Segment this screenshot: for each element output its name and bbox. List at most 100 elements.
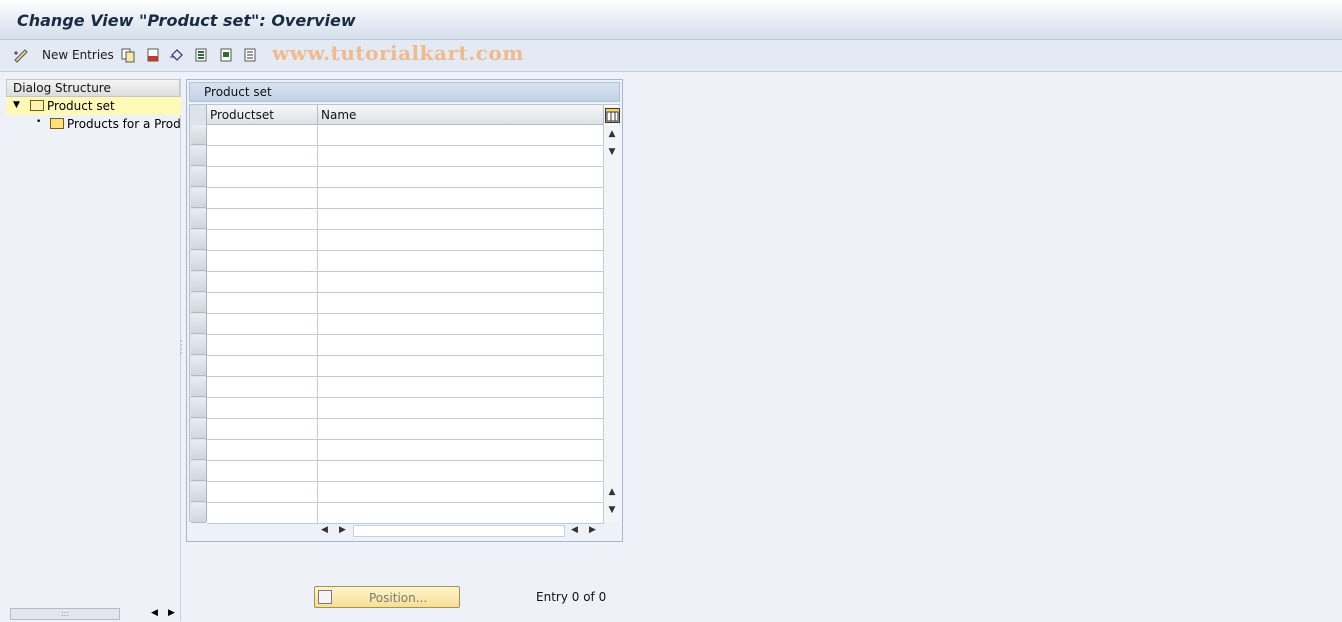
cell-productset[interactable]	[207, 482, 318, 503]
cell-name[interactable]	[318, 440, 604, 461]
cell-name[interactable]	[318, 272, 604, 293]
cell-name[interactable]	[318, 377, 604, 398]
cell-name[interactable]	[318, 146, 604, 167]
row-selector-column	[190, 105, 207, 523]
horizontal-scrollbar[interactable]: ◀ ▶ ◀ ▶	[189, 523, 620, 539]
row-selector[interactable]	[191, 377, 206, 397]
cell-name[interactable]	[318, 293, 604, 314]
expand-triangle-icon[interactable]: ▼	[13, 100, 20, 110]
cell-productset[interactable]	[207, 230, 318, 251]
scroll-up-icon[interactable]: ▲	[604, 129, 620, 139]
left-scrollbar[interactable]: ::: ◀ ▶	[7, 606, 181, 622]
scroll-right-icon[interactable]: ▶	[589, 525, 596, 535]
table-settings-icon[interactable]	[604, 106, 620, 124]
cell-productset[interactable]	[207, 314, 318, 335]
position-button[interactable]: Position...	[314, 586, 460, 608]
scroll-right-icon[interactable]: ▶	[339, 525, 346, 535]
tree-item-product-set[interactable]: ▼ Product set	[6, 97, 181, 115]
cell-productset[interactable]	[207, 188, 318, 209]
undo-icon[interactable]	[169, 47, 185, 63]
cell-productset[interactable]	[207, 209, 318, 230]
cell-name[interactable]	[318, 209, 604, 230]
select-all-icon[interactable]	[193, 47, 209, 63]
cell-name[interactable]	[318, 167, 604, 188]
row-selector[interactable]	[191, 356, 206, 376]
cell-productset[interactable]	[207, 503, 318, 524]
row-selector[interactable]	[191, 188, 206, 208]
column-header-name[interactable]: Name	[318, 105, 604, 125]
row-selector[interactable]	[191, 314, 206, 334]
row-selector[interactable]	[191, 230, 206, 250]
vertical-scrollbar[interactable]: ▲ ▼ ▲ ▼	[604, 125, 620, 522]
row-selector[interactable]	[191, 461, 206, 481]
delete-icon[interactable]	[145, 47, 161, 63]
copy-icon[interactable]	[120, 47, 136, 63]
cell-name[interactable]	[318, 356, 604, 377]
bullet-icon: •	[36, 117, 42, 127]
cell-productset[interactable]	[207, 125, 318, 146]
cell-productset[interactable]	[207, 167, 318, 188]
scroll-left-icon[interactable]: ◀	[321, 525, 328, 535]
cell-name[interactable]	[318, 230, 604, 251]
cell-productset[interactable]	[207, 293, 318, 314]
row-selector[interactable]	[191, 272, 206, 292]
tree-item-label: Product set	[47, 99, 115, 113]
entry-counter: Entry 0 of 0	[536, 590, 607, 604]
cell-name[interactable]	[318, 482, 604, 503]
scroll-left-icon[interactable]: ◀	[571, 525, 578, 535]
scroll-left-icon[interactable]: ◀	[151, 608, 158, 618]
cell-productset[interactable]	[207, 251, 318, 272]
row-selector[interactable]	[191, 398, 206, 418]
watermark: www.tutorialkart.com	[272, 41, 524, 65]
new-entries-button[interactable]: New Entries	[42, 48, 114, 62]
cell-name[interactable]	[318, 335, 604, 356]
cell-name[interactable]	[318, 125, 604, 146]
tree-item-products-for-product-set[interactable]: • Products for a Product set	[6, 115, 181, 133]
page-down-icon[interactable]: ▼	[604, 505, 620, 515]
dialog-structure-panel: Dialog Structure ▼ Product set • Product…	[5, 78, 181, 621]
scroll-track[interactable]	[353, 525, 565, 537]
row-selector[interactable]	[191, 503, 206, 523]
cell-name[interactable]	[318, 503, 604, 524]
scroll-down-icon[interactable]: ▼	[604, 147, 620, 157]
cell-productset[interactable]	[207, 335, 318, 356]
table-title: Product set	[189, 82, 620, 102]
position-button-label: Position...	[369, 591, 428, 605]
tree-item-label: Products for a Product set	[67, 117, 181, 131]
cell-name[interactable]	[318, 419, 604, 440]
cell-name[interactable]	[318, 461, 604, 482]
row-selector[interactable]	[191, 335, 206, 355]
cell-name[interactable]	[318, 314, 604, 335]
row-selector[interactable]	[191, 251, 206, 271]
cell-productset[interactable]	[207, 146, 318, 167]
cell-productset[interactable]	[207, 272, 318, 293]
column-header-productset[interactable]: Productset	[207, 105, 318, 125]
position-icon	[318, 590, 332, 604]
page-up-icon[interactable]: ▲	[604, 487, 620, 497]
cell-productset[interactable]	[207, 440, 318, 461]
application-toolbar: New Entries www.tutorialkart.com	[0, 40, 1342, 72]
cell-productset[interactable]	[207, 398, 318, 419]
cell-productset[interactable]	[207, 356, 318, 377]
product-set-table: Product set Productset Name ▲ ▼ ▲ ▼ ◀ ▶ …	[186, 79, 623, 542]
edit-toggle-icon[interactable]	[13, 47, 29, 63]
select-block-icon[interactable]	[218, 47, 234, 63]
cell-productset[interactable]	[207, 377, 318, 398]
row-selector[interactable]	[191, 419, 206, 439]
row-selector[interactable]	[191, 125, 206, 145]
row-selector[interactable]	[191, 146, 206, 166]
scroll-right-icon[interactable]: ▶	[168, 608, 175, 618]
row-selector[interactable]	[191, 167, 206, 187]
cell-name[interactable]	[318, 188, 604, 209]
cell-productset[interactable]	[207, 419, 318, 440]
panel-splitter[interactable]: · · · ·	[180, 338, 183, 358]
cell-productset[interactable]	[207, 461, 318, 482]
row-selector[interactable]	[191, 440, 206, 460]
deselect-all-icon[interactable]	[242, 47, 258, 63]
cell-name[interactable]	[318, 251, 604, 272]
scroll-grip[interactable]: :::	[10, 608, 120, 620]
cell-name[interactable]	[318, 398, 604, 419]
row-selector[interactable]	[191, 482, 206, 502]
row-selector[interactable]	[191, 209, 206, 229]
row-selector[interactable]	[191, 293, 206, 313]
